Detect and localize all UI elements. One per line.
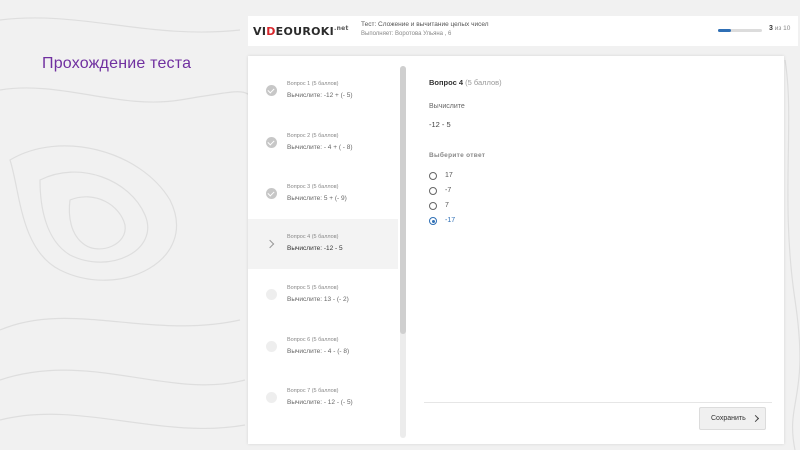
progress-bar-fill [718,29,732,32]
save-button-label: Сохранить [711,415,746,422]
question-panel: Вопрос 4 (5 баллов) Вычислите -12 - 5 Вы… [424,56,772,444]
check-icon [266,85,277,96]
question-label: Вопрос 7 (5 баллов) [287,388,339,394]
answer-label: -17 [445,217,456,224]
question-text: Вычислите: 5 + (- 9) [287,195,347,202]
check-icon [266,137,277,148]
question-list: Вопрос 1 (5 баллов) Вычислите: -12 + (- … [248,56,408,444]
answer-option-3[interactable]: 7 [429,200,549,212]
question-item-6[interactable]: Вопрос 6 (5 баллов) Вычислите: - 4 - (- … [248,322,398,372]
question-label: Вопрос 1 (5 баллов) [287,81,339,87]
scrollbar-thumb[interactable] [400,66,406,334]
radio-button[interactable] [429,202,437,210]
check-icon [266,188,277,199]
footer-divider [424,402,772,403]
question-item-5[interactable]: Вопрос 5 (5 баллов) Вычислите: 13 - (- 2… [248,270,398,320]
logo-text-rest: EOUROKI [275,25,334,38]
chevron-right-icon [265,239,275,249]
question-label: Вопрос 3 (5 баллов) [287,184,339,190]
progress-counter: 3 из 10 [769,25,790,32]
radio-button[interactable] [429,187,437,195]
question-number: Вопрос 4 [429,78,464,87]
question-header: Вопрос 4 (5 баллов) [429,78,502,87]
test-author: Выполняет: Воротова Ульяна , 6 [361,31,452,37]
logo-text-accent: D [266,25,276,38]
answer-option-2[interactable]: -7 [429,185,549,197]
save-button[interactable]: Сохранить [699,407,766,430]
chevron-right-icon [751,414,760,423]
question-text: Вычислите: -12 + (- 5) [287,92,353,99]
question-text: Вычислите: - 12 - (- 5) [287,399,353,406]
answer-option-1[interactable]: 17 [429,170,549,182]
pending-circle-icon [266,392,277,403]
question-points: (5 баллов) [465,78,502,87]
question-label: Вопрос 6 (5 баллов) [287,337,339,343]
logo-text-prefix: VI [253,25,267,38]
question-text: Вычислите: 13 - (- 2) [287,296,349,303]
answer-option-4[interactable]: -17 [429,215,549,227]
logo-text-sup: .net [334,25,349,32]
test-header: VIDEOUROKI.net Тест: Сложение и вычитани… [248,16,798,46]
progress-current: 3 [769,25,773,32]
pending-circle-icon [266,341,277,352]
radio-button[interactable] [429,172,437,180]
progress-total: из 10 [774,25,791,32]
question-item-7[interactable]: Вопрос 7 (5 баллов) Вычислите: - 12 - (-… [248,373,398,423]
question-item-4[interactable]: Вопрос 4 (5 баллов) Вычислите: -12 - 5 [248,219,398,269]
question-text: Вычислите: - 4 + ( - 8) [287,144,353,151]
choose-answer-label: Выберите ответ [429,152,486,159]
question-label: Вопрос 5 (5 баллов) [287,285,339,291]
question-text: Вычислите: -12 - 5 [287,245,343,252]
progress-bar [718,29,762,32]
test-title: Тест: Сложение и вычитание целых чисел [361,21,489,28]
radio-button-checked[interactable] [429,217,437,225]
question-item-1[interactable]: Вопрос 1 (5 баллов) Вычислите: -12 + (- … [248,66,398,116]
test-card: Вопрос 1 (5 баллов) Вычислите: -12 + (- … [248,56,784,444]
videouroki-logo[interactable]: VIDEOUROKI.net [253,25,349,38]
pending-circle-icon [266,289,277,300]
question-text: Вычислите: - 4 - (- 8) [287,348,350,355]
question-prompt: Вычислите [429,103,465,110]
question-expression: -12 - 5 [429,120,451,129]
answer-label: 17 [445,172,453,179]
answer-label: 7 [445,202,449,209]
question-label: Вопрос 2 (5 баллов) [287,133,339,139]
question-item-3[interactable]: Вопрос 3 (5 баллов) Вычислите: 5 + (- 9) [248,169,398,219]
slide-title: Прохождение теста [42,55,192,72]
question-label: Вопрос 4 (5 баллов) [287,234,339,240]
answer-label: -7 [445,187,452,194]
question-item-2[interactable]: Вопрос 2 (5 баллов) Вычислите: - 4 + ( -… [248,118,398,168]
